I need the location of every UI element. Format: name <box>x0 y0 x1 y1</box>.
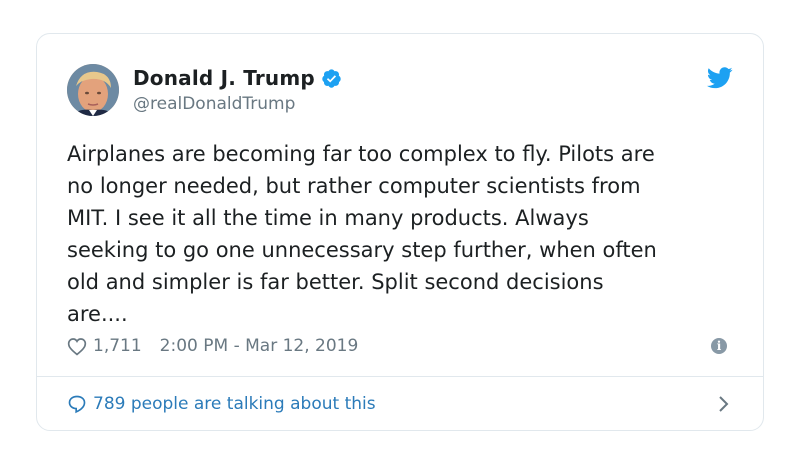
heart-icon[interactable] <box>67 337 87 356</box>
author-handle[interactable]: @realDonaldTrump <box>133 94 295 114</box>
talking-about-text[interactable]: 789 people are talking about this <box>93 394 376 414</box>
chevron-right-icon[interactable] <box>717 394 731 414</box>
like-count[interactable]: 1,711 <box>93 336 142 356</box>
author-name[interactable]: Donald J. Trump <box>133 66 315 90</box>
reply-bubble-icon <box>68 395 86 414</box>
tweet-text: Airplanes are becoming far too complex t… <box>67 142 657 326</box>
talking-about-link[interactable]: 789 people are talking about this <box>67 377 733 431</box>
tweet-card: Donald J. Trump @realDonaldTrump Airplan… <box>36 33 764 431</box>
avatar-image <box>67 64 119 116</box>
verified-badge-icon <box>322 68 341 88</box>
avatar[interactable] <box>67 64 119 116</box>
tweet-meta: 1,711 2:00 PM - Mar 12, 2019 <box>67 336 358 356</box>
info-icon[interactable]: i <box>711 338 727 354</box>
twitter-bird-icon[interactable] <box>707 67 733 89</box>
author-name-row[interactable]: Donald J. Trump <box>133 66 342 90</box>
tweet-timestamp[interactable]: 2:00 PM - Mar 12, 2019 <box>160 336 359 356</box>
